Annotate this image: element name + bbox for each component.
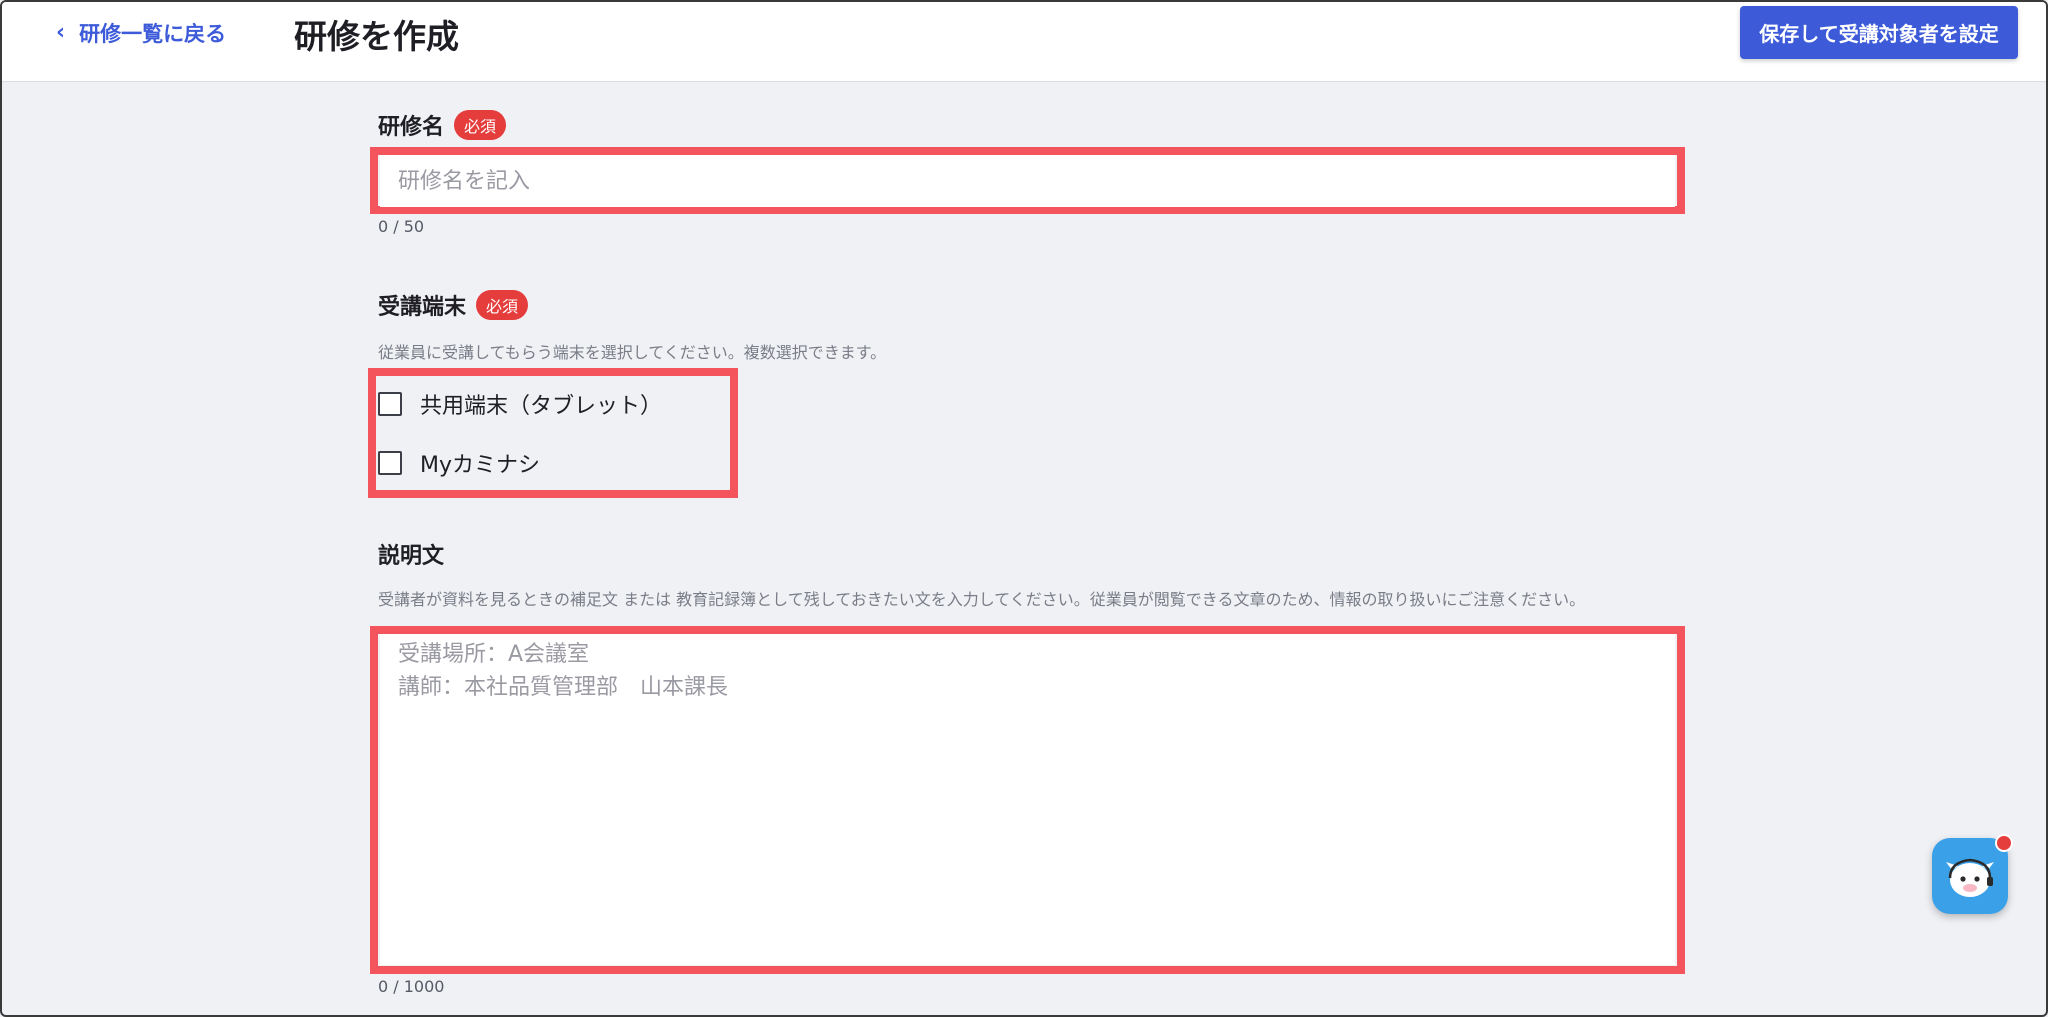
required-badge: 必須 — [454, 110, 507, 140]
description-label: 説明文 — [378, 538, 444, 570]
support-mascot-icon — [1946, 858, 1994, 897]
description-counter: 0 / 1000 — [378, 977, 445, 996]
page-title: 研修を作成 — [294, 17, 459, 56]
devices-label: 受講端末 必須 — [378, 289, 529, 321]
chevron-left-icon: ‹ — [56, 20, 66, 45]
training-name-counter: 0 / 50 — [378, 217, 425, 236]
back-link-label: 研修一覧に戻る — [79, 22, 227, 46]
checkbox-label: Myカミナシ — [420, 453, 541, 478]
app-window: ‹ 研修一覧に戻る 研修を作成 保存して受講対象者を設定 研修名 必須 0 / … — [0, 0, 2048, 1017]
checkbox-shared-tablet[interactable]: 共用端末（タブレット） — [378, 388, 662, 420]
training-name-label: 研修名 必須 — [378, 109, 507, 141]
checkbox-icon[interactable] — [378, 392, 402, 416]
description-label-text: 説明文 — [378, 544, 445, 569]
notification-dot — [1995, 834, 2013, 852]
required-badge: 必須 — [476, 290, 529, 320]
training-name-input[interactable] — [380, 155, 1675, 207]
support-chat-button[interactable] — [1932, 834, 2013, 914]
description-textarea[interactable] — [380, 634, 1675, 965]
checkbox-my-kaminashi[interactable]: Myカミナシ — [378, 447, 540, 479]
devices-hint: 従業員に受講してもらう端末を選択してください。複数選択できます。 — [378, 343, 887, 362]
save-and-set-targets-button[interactable]: 保存して受講対象者を設定 — [1740, 6, 2018, 59]
description-hint: 受講者が資料を見るときの補足文 または 教育記録簿として残しておきたい文を入力し… — [378, 590, 1586, 609]
checkbox-label: 共用端末（タブレット） — [420, 394, 663, 419]
checkbox-icon[interactable] — [378, 451, 402, 475]
training-name-label-text: 研修名 — [378, 115, 445, 140]
back-link[interactable]: ‹ 研修一覧に戻る — [56, 16, 226, 50]
page-header: ‹ 研修一覧に戻る 研修を作成 保存して受講対象者を設定 — [2, 2, 2046, 82]
devices-label-text: 受講端末 — [378, 295, 467, 320]
